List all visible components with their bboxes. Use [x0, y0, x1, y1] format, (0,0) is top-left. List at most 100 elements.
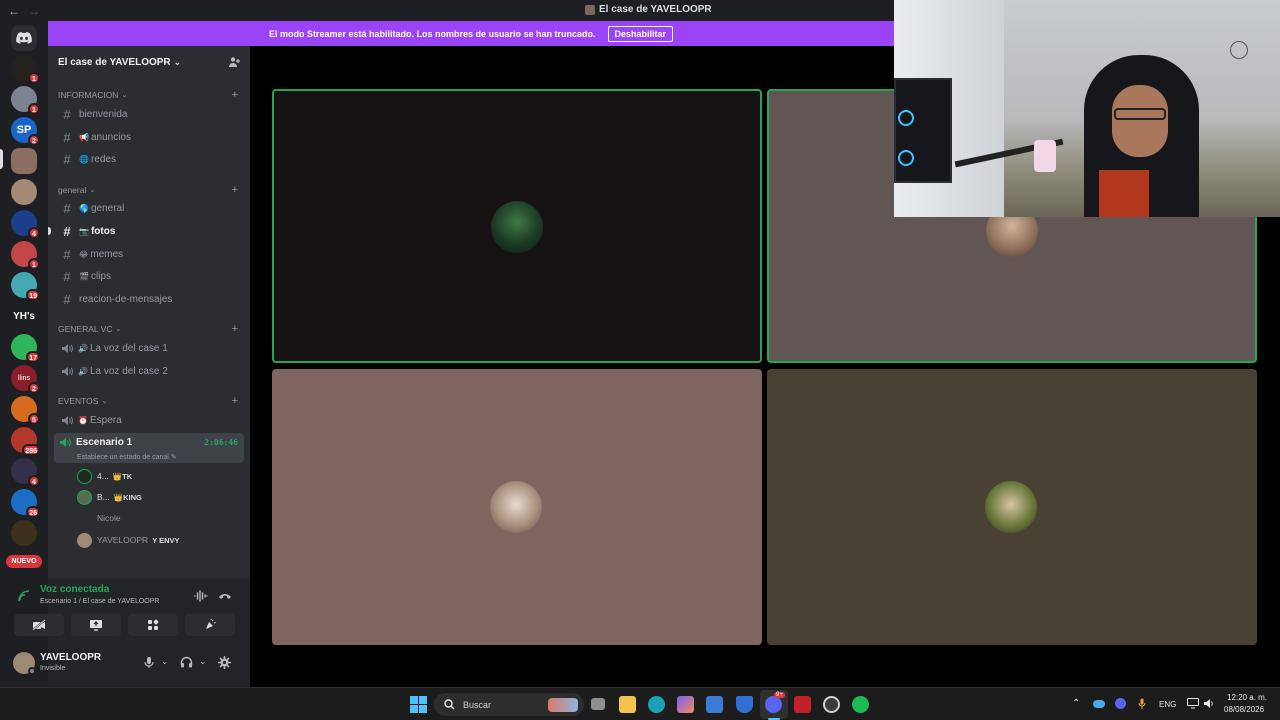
discord-tray-icon[interactable]	[1115, 698, 1126, 709]
screen-share-button[interactable]	[71, 614, 121, 636]
onedrive-icon[interactable]	[1093, 700, 1105, 708]
channel-clips[interactable]: # 🎬 clips	[56, 266, 244, 286]
video-tile[interactable]	[767, 369, 1257, 645]
channel-redes[interactable]: # 🌐 redes	[56, 149, 244, 169]
file-explorer-icon[interactable]	[619, 696, 636, 713]
edge-icon[interactable]	[648, 696, 665, 713]
volume-icon[interactable]	[1203, 698, 1215, 709]
signal-icon[interactable]	[18, 590, 30, 602]
voice-user[interactable]: 4... 👑TK	[77, 467, 132, 485]
forward-arrow-icon[interactable]: →	[28, 4, 40, 18]
voice-channel-la-voz-1[interactable]: 🔊 La voz del case 1	[56, 338, 244, 358]
discord-taskbar-icon[interactable]	[765, 696, 782, 713]
red-app-icon[interactable]	[794, 696, 811, 713]
activities-button[interactable]	[128, 614, 178, 636]
server-icon[interactable]: 17	[11, 334, 40, 363]
server-icon[interactable]	[11, 520, 37, 546]
gear-icon[interactable]	[218, 656, 231, 669]
create-channel-icon[interactable]: +	[232, 184, 238, 196]
server-icon[interactable]: YH's	[11, 303, 37, 329]
server-icon-selected[interactable]	[11, 148, 37, 174]
username[interactable]: YAVELOOPR	[40, 652, 101, 663]
spotify-icon[interactable]	[852, 696, 869, 713]
server-icon[interactable]: 4	[11, 210, 40, 239]
voice-channel-path[interactable]: Escenario 1 / El case de YAVELOOPR	[40, 598, 159, 605]
voice-user[interactable]: B... 👑KING	[77, 488, 142, 506]
voice-user[interactable]: YAVELOOPR Y ENVY	[77, 531, 180, 549]
defender-icon[interactable]	[736, 696, 753, 713]
category-general[interactable]: general ⌄ +	[58, 184, 240, 196]
wall-clock	[1230, 41, 1248, 59]
server-icon[interactable]: 26	[11, 489, 40, 518]
camera-off-button[interactable]	[14, 614, 64, 636]
server-icon[interactable]: 4	[11, 458, 40, 487]
back-arrow-icon[interactable]: ←	[8, 4, 20, 18]
chevron-down-icon[interactable]: ⌄	[161, 656, 169, 667]
tray-chevron-icon[interactable]: ⌃	[1072, 698, 1080, 709]
user-tag: 👑TK	[112, 471, 133, 481]
noise-suppression-icon[interactable]	[194, 590, 208, 602]
speaker-icon	[60, 343, 74, 354]
server-icon[interactable]: 286	[11, 427, 40, 456]
server-icon[interactable]	[11, 179, 37, 205]
store-icon[interactable]	[706, 696, 723, 713]
microphone-icon[interactable]	[144, 656, 154, 669]
video-tile[interactable]	[272, 89, 762, 363]
channel-emoji: 🌐	[79, 154, 89, 164]
server-icon[interactable]: 1	[11, 55, 40, 84]
server-icon[interactable]: 1	[11, 241, 40, 270]
server-icon[interactable]: 19	[11, 272, 40, 301]
channel-memes[interactable]: # 😂 memes	[56, 244, 244, 264]
create-channel-icon[interactable]: +	[232, 89, 238, 101]
mention-badge: 26	[26, 506, 40, 518]
channel-reacion-de-mensajes[interactable]: # reacion-de-mensajes	[56, 289, 244, 309]
copilot-icon[interactable]	[677, 696, 694, 713]
hash-icon: #	[63, 246, 71, 262]
chevron-down-icon[interactable]: ⌄	[199, 656, 207, 667]
server-icon[interactable]: 5	[11, 396, 40, 425]
voice-connected-label: Voz conectada	[40, 584, 110, 595]
mention-badge: 286	[22, 444, 40, 456]
category-eventos[interactable]: EVENTOS ⌄ +	[58, 395, 240, 407]
server-icon[interactable]: llins 2	[11, 365, 40, 394]
channel-anuncios[interactable]: # 📢 anuncios	[56, 127, 244, 147]
server-icon[interactable]: SP 2	[11, 117, 40, 146]
channel-bienvenida[interactable]: # bienvenida	[56, 104, 244, 124]
taskbar-search[interactable]: Buscar	[434, 693, 584, 716]
clock-time[interactable]: 12:20 a. m.	[1227, 693, 1267, 702]
guild-header[interactable]: El case de YAVELOOPR ⌄	[48, 46, 250, 78]
hash-icon: #	[63, 151, 71, 167]
task-view-icon[interactable]	[591, 698, 605, 710]
clock-date[interactable]: 08/08/2026	[1224, 705, 1264, 714]
server-abbrev: llins	[17, 374, 31, 382]
category-informacion[interactable]: INFORMACION ⌄ +	[58, 89, 240, 101]
channel-general[interactable]: # 🌎 general	[56, 198, 244, 218]
channel-emoji: ⏰	[78, 415, 88, 425]
voice-user[interactable]: Nicole	[77, 509, 121, 527]
microphone-tray-icon[interactable]	[1138, 698, 1146, 710]
create-channel-icon[interactable]: +	[232, 395, 238, 407]
voice-channel-espera[interactable]: ⏰ Espera	[56, 410, 244, 430]
server-icon[interactable]: 1	[11, 86, 40, 115]
soundboard-button[interactable]	[185, 614, 235, 636]
headphones-icon[interactable]	[180, 656, 193, 668]
disable-streamer-mode-button[interactable]: Deshabilitar	[607, 25, 674, 42]
channel-emoji: 🎬	[79, 271, 89, 281]
disconnect-icon[interactable]	[218, 591, 232, 601]
video-tile[interactable]	[272, 369, 762, 645]
voice-channel-la-voz-2[interactable]: 🔊 La voz del case 2	[56, 361, 244, 381]
create-channel-icon[interactable]: +	[232, 323, 238, 335]
channel-status[interactable]: Establece un estado de canal ✎	[77, 453, 177, 461]
windows-start-icon[interactable]	[410, 696, 427, 713]
category-general-vc[interactable]: GENERAL VC ⌄ +	[58, 323, 240, 335]
channel-fotos[interactable]: # 📷 fotos	[56, 221, 244, 241]
speaker-icon	[60, 415, 74, 426]
steam-like-icon[interactable]	[823, 696, 840, 713]
channel-emoji: 📢	[79, 132, 89, 142]
discord-home-icon[interactable]	[11, 25, 37, 51]
soundboard-icon	[206, 619, 216, 629]
input-language[interactable]: ENG	[1159, 700, 1176, 709]
network-icon[interactable]	[1187, 698, 1199, 709]
add-member-icon[interactable]	[228, 56, 240, 68]
channel-emoji: 📷	[79, 226, 89, 236]
